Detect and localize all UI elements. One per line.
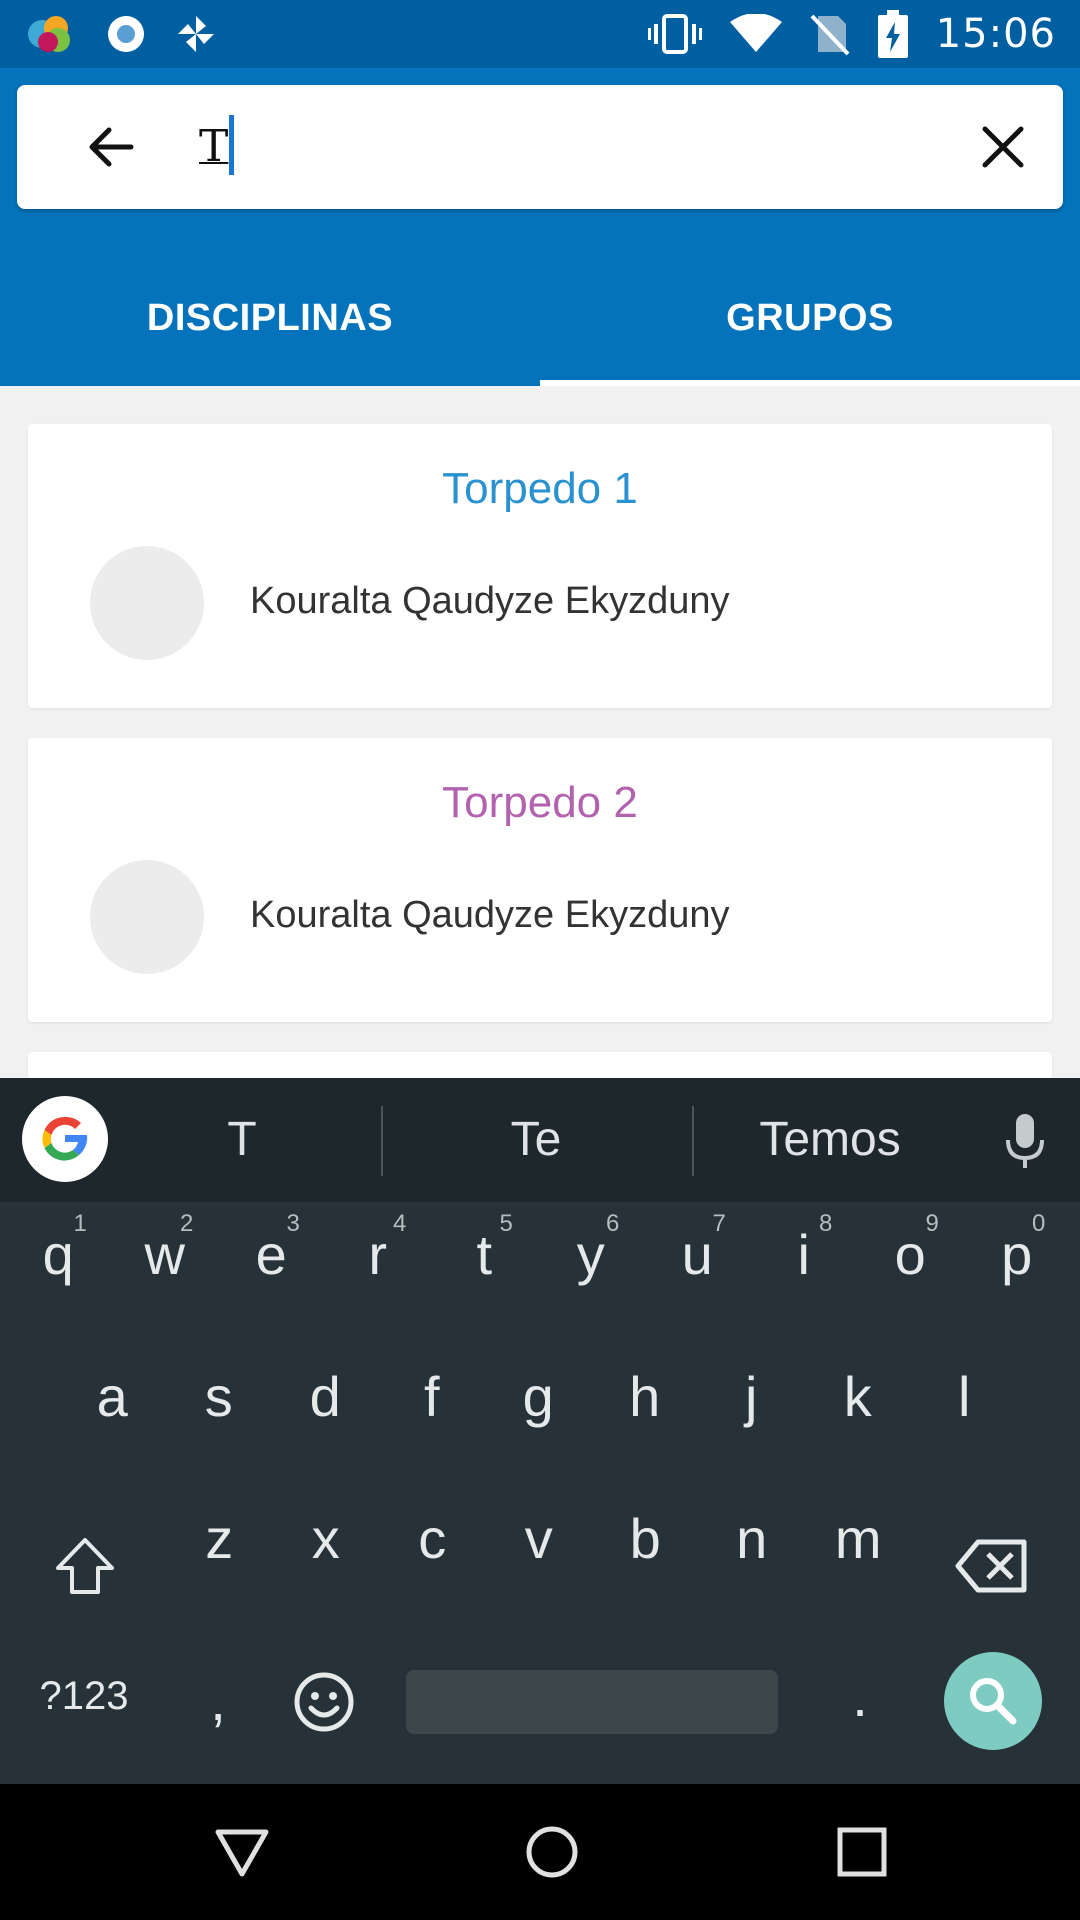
- no-sim-icon: [810, 14, 850, 56]
- key-hint: 9: [925, 1210, 939, 1237]
- app-logo-icon: [28, 16, 70, 52]
- avatar: [90, 546, 204, 660]
- google-icon[interactable]: [22, 1096, 108, 1182]
- group-title: Torpedo 1: [442, 464, 638, 513]
- key-f[interactable]: f: [379, 1364, 486, 1429]
- home-nav-icon[interactable]: [524, 1824, 580, 1880]
- clock: 15:06: [935, 11, 1056, 57]
- arrow-left-icon[interactable]: [81, 117, 141, 177]
- search-key[interactable]: [944, 1652, 1042, 1750]
- key-d[interactable]: d: [272, 1364, 379, 1429]
- app-bar: T DISCIPLINAS GRUPOS: [0, 68, 1080, 386]
- wifi-icon: [729, 14, 782, 52]
- suggestion-strip: T Te Temos: [0, 1078, 1080, 1202]
- key-h[interactable]: h: [592, 1364, 699, 1429]
- close-icon[interactable]: [973, 117, 1033, 177]
- key-e[interactable]: e: [218, 1222, 325, 1287]
- record-icon: [108, 16, 144, 52]
- avatar: [90, 860, 204, 974]
- key-v[interactable]: v: [486, 1506, 593, 1571]
- key-hint: 8: [819, 1210, 833, 1237]
- key-j[interactable]: j: [698, 1364, 805, 1429]
- key-o[interactable]: o: [857, 1222, 964, 1287]
- pinwheel-icon: [178, 16, 214, 52]
- key-hint: 2: [180, 1210, 194, 1237]
- vibrate-icon: [647, 14, 702, 54]
- key-hint: 0: [1032, 1210, 1046, 1237]
- shift-icon[interactable]: [52, 1534, 118, 1600]
- tab-grupos[interactable]: GRUPOS: [540, 250, 1080, 386]
- recents-nav-icon[interactable]: [836, 1826, 888, 1878]
- search-input[interactable]: T: [199, 113, 228, 181]
- tab-disciplinas[interactable]: DISCIPLINAS: [0, 250, 540, 386]
- tab-bar: DISCIPLINAS GRUPOS: [0, 250, 1080, 386]
- key-z[interactable]: z: [166, 1506, 273, 1571]
- key-k[interactable]: k: [805, 1364, 912, 1429]
- key-hint: 7: [712, 1210, 726, 1237]
- group-card-partial[interactable]: [28, 1052, 1052, 1078]
- key-hint: 5: [499, 1210, 513, 1237]
- group-title: Torpedo 2: [442, 778, 638, 827]
- key-s[interactable]: s: [166, 1364, 273, 1429]
- key-n[interactable]: n: [699, 1506, 806, 1571]
- backspace-icon[interactable]: [954, 1536, 1030, 1596]
- key-u[interactable]: u: [644, 1222, 751, 1287]
- status-bar: 15:06: [0, 0, 1080, 68]
- key-y[interactable]: y: [538, 1222, 645, 1287]
- key-q[interactable]: q: [5, 1222, 112, 1287]
- key-m[interactable]: m: [805, 1506, 912, 1571]
- suggestion-1[interactable]: T: [142, 1078, 342, 1202]
- navigation-bar: [0, 1784, 1080, 1920]
- key-hint: 6: [606, 1210, 620, 1237]
- key-w[interactable]: w: [112, 1222, 219, 1287]
- text-cursor: [229, 115, 234, 175]
- key-p[interactable]: p: [964, 1222, 1071, 1287]
- key-b[interactable]: b: [592, 1506, 699, 1571]
- key-r[interactable]: r: [325, 1222, 432, 1287]
- status-right-icons: 15:06: [647, 10, 1056, 58]
- key-hint: 3: [286, 1210, 300, 1237]
- key-a[interactable]: a: [59, 1364, 166, 1429]
- key-c[interactable]: c: [379, 1506, 486, 1571]
- status-left-icons: [26, 12, 216, 56]
- period-key[interactable]: .: [830, 1664, 890, 1729]
- space-key[interactable]: [406, 1670, 778, 1734]
- suggestion-3[interactable]: Temos: [730, 1078, 930, 1202]
- group-card[interactable]: Torpedo 2 Kouralta Qaudyze Ekyzduny: [28, 738, 1052, 1022]
- group-card[interactable]: Torpedo 1 Kouralta Qaudyze Ekyzduny: [28, 424, 1052, 708]
- member-name: Kouralta Qaudyze Ekyzduny: [250, 894, 730, 936]
- battery-charging-icon: [877, 10, 908, 58]
- search-icon: [970, 1678, 1017, 1725]
- suggestion-divider: [692, 1106, 694, 1176]
- key-g[interactable]: g: [485, 1364, 592, 1429]
- key-l[interactable]: l: [911, 1364, 1018, 1429]
- comma-key[interactable]: ,: [188, 1668, 248, 1733]
- search-bar: T: [17, 85, 1063, 209]
- results-list: Torpedo 1 Kouralta Qaudyze Ekyzduny Torp…: [0, 386, 1080, 1078]
- microphone-icon[interactable]: [1000, 1112, 1050, 1170]
- key-i[interactable]: i: [751, 1222, 858, 1287]
- key-hint: 4: [393, 1210, 407, 1237]
- keyboard: T Te Temos q1w2e3r4t5y6u7i8o9p0 asdfghjkl…: [0, 1078, 1080, 1784]
- key-x[interactable]: x: [273, 1506, 380, 1571]
- key-t[interactable]: t: [431, 1222, 538, 1287]
- symbols-key[interactable]: ?123: [24, 1674, 144, 1719]
- suggestion-divider: [381, 1106, 383, 1176]
- emoji-icon[interactable]: [292, 1670, 356, 1734]
- key-hint: 1: [73, 1210, 87, 1237]
- member-name: Kouralta Qaudyze Ekyzduny: [250, 580, 730, 622]
- suggestion-2[interactable]: Te: [436, 1078, 636, 1202]
- back-nav-icon[interactable]: [214, 1824, 270, 1880]
